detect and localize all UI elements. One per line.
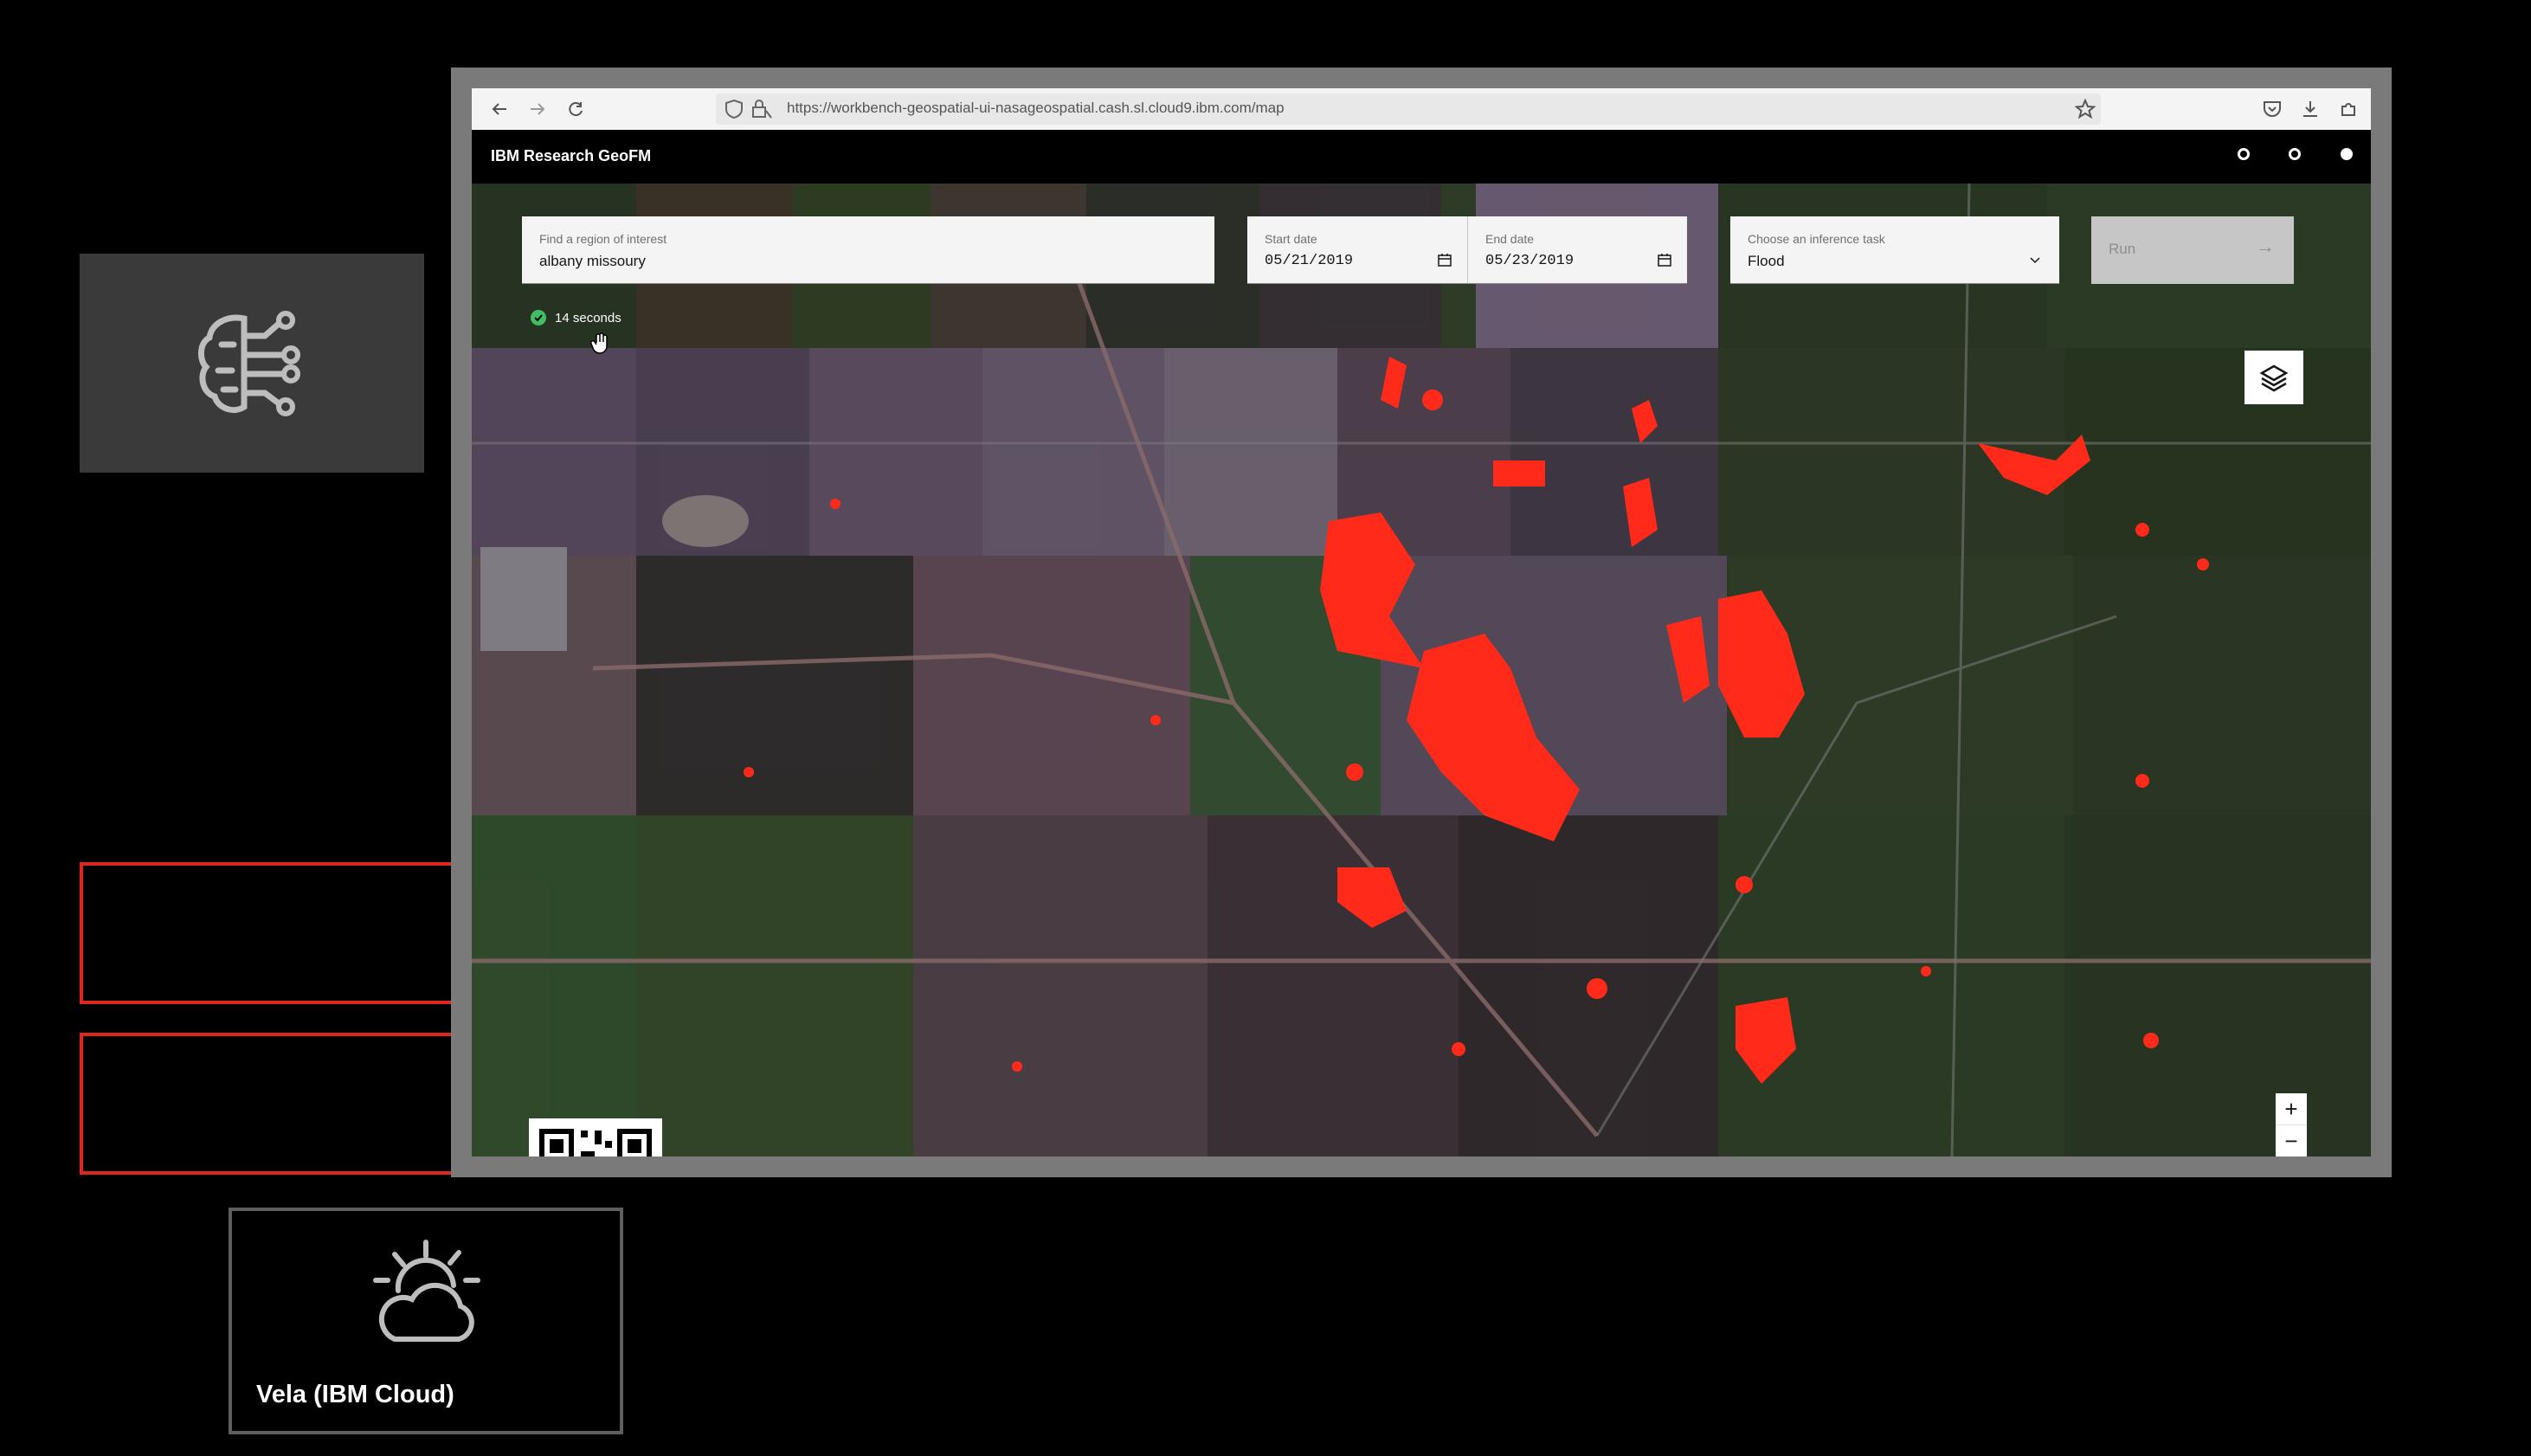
pipeline-box-2 [80, 1033, 452, 1175]
run-button-label: Run [2109, 241, 2136, 257]
inference-task-select[interactable]: Choose an inference task Flood [1730, 216, 2059, 284]
calendar-icon[interactable] [1438, 253, 1452, 267]
header-dot-3[interactable] [2341, 148, 2353, 160]
checkmark-icon [531, 310, 546, 325]
header-dot-2[interactable] [2289, 148, 2301, 160]
zoom-in-button[interactable]: + [2276, 1093, 2307, 1124]
back-button[interactable] [486, 95, 513, 123]
lock-icon [752, 100, 772, 119]
satellite-map[interactable]: Find a region of interest albany missour… [472, 184, 2371, 1156]
arrow-left-icon [492, 103, 506, 115]
download-icon[interactable] [2298, 97, 2322, 121]
address-bar[interactable]: https://workbench-geospatial-ui-nasageos… [716, 93, 2101, 125]
forward-button[interactable] [524, 95, 551, 123]
end-date-label: End date [1485, 232, 1535, 246]
zoom-out-button[interactable]: − [2276, 1124, 2307, 1156]
bookmark-star-icon[interactable] [2075, 99, 2096, 119]
end-date-input[interactable]: 05/23/2019 [1485, 253, 1574, 269]
arrow-right-icon [531, 103, 545, 115]
app-title: IBM Research GeoFM [491, 147, 652, 164]
hand-cursor-icon [590, 332, 608, 354]
region-search-input[interactable]: albany missoury [539, 253, 646, 270]
shield-icon [725, 99, 743, 119]
reload-icon [569, 102, 583, 117]
region-search-field[interactable]: Find a region of interest albany missour… [522, 216, 1214, 284]
inference-task-label: Choose an inference task [1748, 232, 1885, 246]
vela-cloud-label: Vela (IBM Cloud) [256, 1381, 454, 1408]
run-status: 14 seconds [531, 310, 621, 325]
end-date-field[interactable]: End date 05/23/2019 [1467, 216, 1687, 284]
start-date-field[interactable]: Start date 05/21/2019 [1247, 216, 1467, 284]
header-dot-1[interactable] [2238, 148, 2250, 160]
satellite-imagery [472, 184, 2371, 1156]
qr-code [529, 1118, 662, 1156]
url-text: https://workbench-geospatial-ui-nasageos… [787, 100, 1285, 116]
pipeline-box-1 [80, 862, 452, 1004]
ai-model-tile [80, 254, 424, 473]
elapsed-time: 14 seconds [555, 310, 621, 325]
chevron-down-icon [2030, 257, 2040, 264]
start-date-label: Start date [1265, 232, 1317, 246]
region-search-label: Find a region of interest [539, 232, 667, 246]
calendar-icon[interactable] [1658, 253, 1671, 267]
extensions-icon[interactable] [2336, 97, 2360, 121]
browser-window: https://workbench-geospatial-ui-nasageos… [451, 68, 2392, 1177]
browser-toolbar: https://workbench-geospatial-ui-nasageos… [472, 88, 2371, 130]
inference-task-value: Flood [1748, 253, 1785, 269]
browser-viewport: https://workbench-geospatial-ui-nasageos… [472, 88, 2371, 1156]
brain-circuit-icon [198, 310, 300, 416]
run-button[interactable]: Run → [2091, 216, 2294, 284]
reload-button[interactable] [562, 95, 589, 123]
start-date-input[interactable]: 05/21/2019 [1265, 253, 1353, 269]
pocket-icon[interactable] [2260, 97, 2284, 121]
app-header: IBM Research GeoFM [472, 130, 2371, 184]
arrow-right-icon: → [2256, 235, 2275, 257]
vela-cloud-tile: Vela (IBM Cloud) [229, 1208, 623, 1434]
layers-icon [2259, 364, 2289, 392]
sun-cloud-icon [373, 1240, 480, 1342]
layers-button[interactable] [2244, 351, 2303, 404]
